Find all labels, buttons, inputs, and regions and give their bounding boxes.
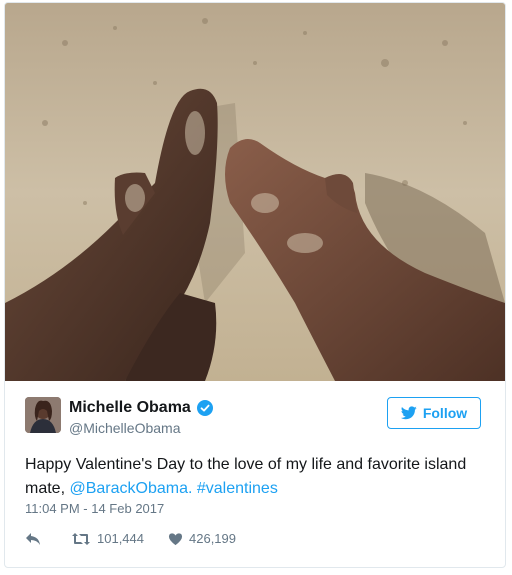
tweet-card: Michelle Obama @MichelleObama Follow Hap… — [4, 2, 506, 568]
reply-icon — [25, 532, 41, 546]
twitter-bird-icon — [400, 406, 417, 420]
user-handle[interactable]: @MichelleObama — [69, 420, 213, 436]
retweet-button[interactable]: 101,444 — [71, 531, 144, 546]
profile-photo — [25, 397, 61, 433]
tweet-text: Happy Valentine's Day to the love of my … — [25, 453, 495, 501]
retweet-count: 101,444 — [97, 531, 144, 546]
tweet-timestamp[interactable]: 11:04 PM - 14 Feb 2017 — [25, 501, 164, 516]
tweet-photo[interactable] — [5, 3, 505, 381]
hashtag-link[interactable]: #valentines — [197, 480, 278, 497]
follow-label: Follow — [422, 405, 468, 421]
avatar[interactable] — [25, 397, 61, 433]
user-info: Michelle Obama @MichelleObama — [69, 399, 213, 436]
tweet-header: Michelle Obama @MichelleObama Follow — [5, 381, 505, 441]
mention-link[interactable]: @BarackObama. — [69, 480, 192, 497]
like-button[interactable]: 426,199 — [168, 531, 236, 546]
beach-feet-photo — [5, 3, 505, 381]
tweet-actions: 101,444 426,199 — [25, 531, 236, 546]
like-count: 426,199 — [189, 531, 236, 546]
follow-button[interactable]: Follow — [387, 397, 481, 429]
verified-badge-icon — [196, 400, 213, 416]
retweet-icon — [71, 532, 91, 546]
display-name[interactable]: Michelle Obama — [69, 399, 191, 417]
heart-icon — [168, 532, 183, 546]
reply-button[interactable] — [25, 532, 41, 546]
